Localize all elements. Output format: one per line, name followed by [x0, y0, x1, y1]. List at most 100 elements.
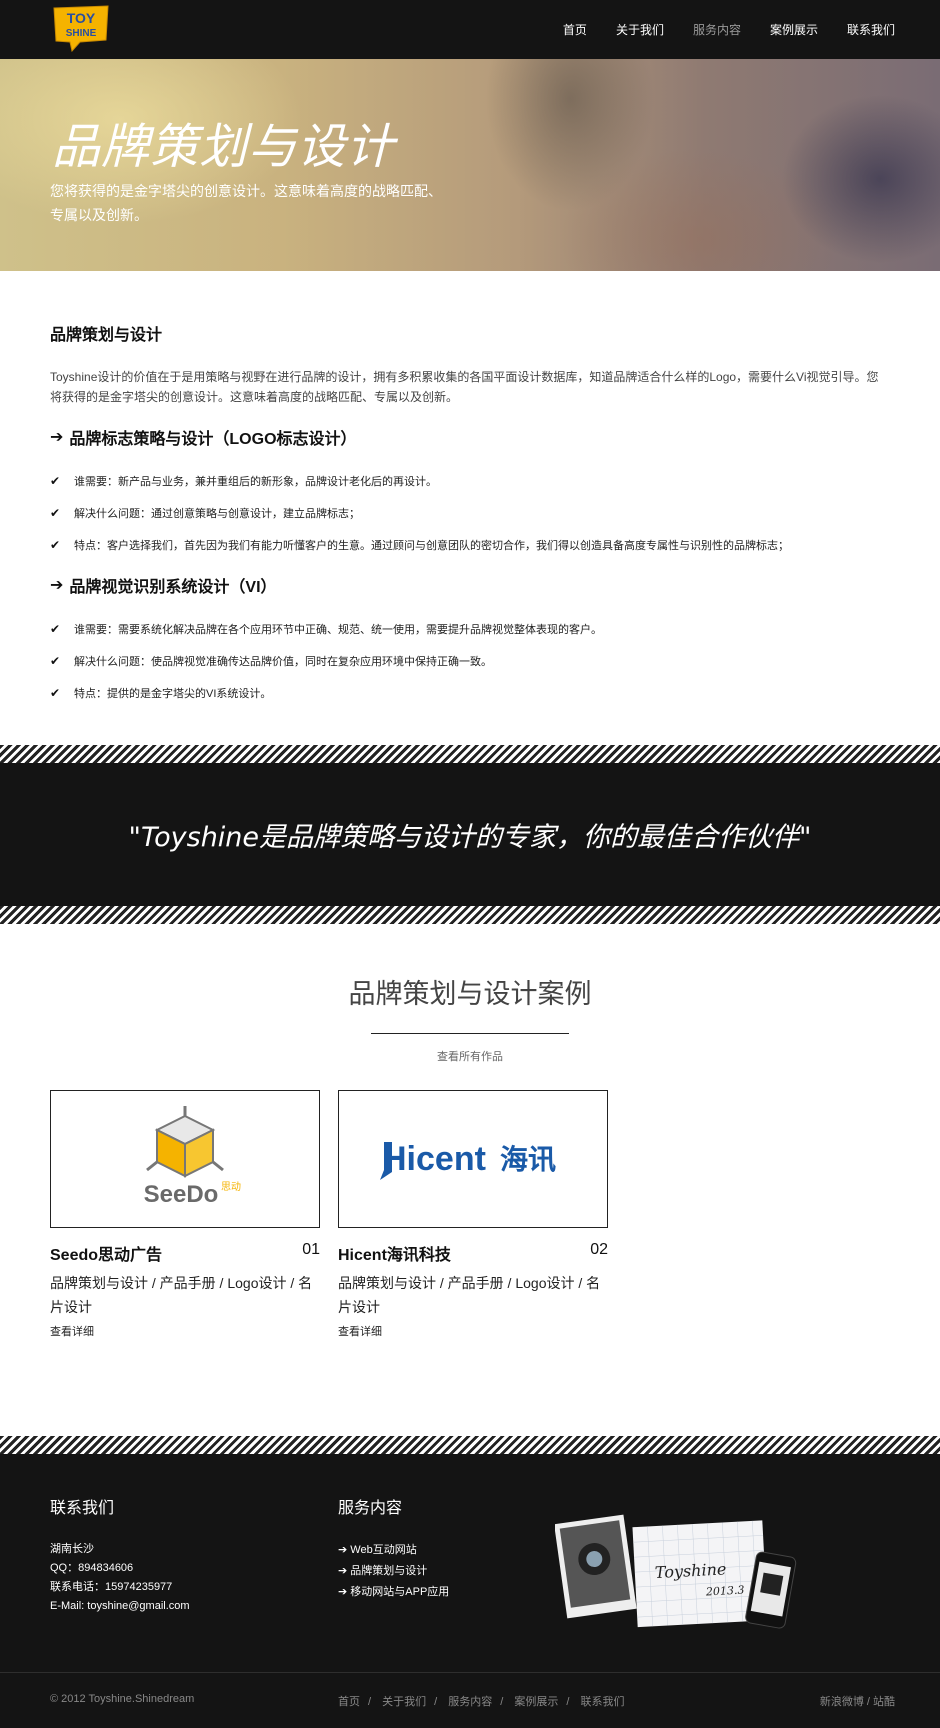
nav-about[interactable]: 关于我们 [616, 21, 664, 38]
arrow-right-icon: ➔ [50, 429, 64, 446]
list-item-text: 谁需要：新产品与业务，兼并重组后的新形象，品牌设计老化后的再设计。 [74, 476, 437, 488]
list-item-text: 特点：提供的是金字塔尖的VI系统设计。 [74, 688, 272, 700]
main-nav: 首页 关于我们 服务内容 案例展示 联系我们 [534, 0, 895, 59]
case-card: Hicent 海讯 Hicent海讯科技 02 品牌策划与设计 / 产品手册 /… [338, 1090, 608, 1340]
footer: 联系我们 湖南长沙 QQ：894834606 联系电话：15974235977 … [0, 1454, 940, 1672]
section-logo-title: ➔ 品牌标志策略与设计（LOGO标志设计） [50, 425, 890, 449]
bottom-nav-contact[interactable]: 联系我们 [581, 1696, 625, 1708]
case-head: Seedo思动广告 01 [50, 1241, 320, 1265]
case-head: Hicent海讯科技 02 [338, 1241, 608, 1265]
footer-photo-collage: Toyshine 2013.3 [555, 1514, 797, 1629]
stripe-divider [0, 906, 940, 924]
arrow-right-icon: ➔ [338, 1565, 348, 1577]
bottom-nav-about[interactable]: 关于我们 [382, 1696, 426, 1708]
footer-email: E-Mail: toyshine@gmail.com [50, 1600, 190, 1612]
case-details-link[interactable]: 查看详细 [338, 1323, 382, 1339]
case-details-link[interactable]: 查看详细 [50, 1323, 94, 1339]
toyshine-logo[interactable]: TOY SHINE [50, 4, 112, 52]
bottom-nav-cases[interactable]: 案例展示 [514, 1696, 558, 1708]
logo-text-bottom: SHINE [66, 28, 97, 39]
case-image-hicent[interactable]: Hicent 海讯 [338, 1090, 608, 1228]
case-name: Hicent海讯科技 [338, 1247, 451, 1264]
footer-services-title: 服务内容 [338, 1500, 403, 1517]
arrow-right-icon: ➔ [338, 1544, 348, 1556]
cases-title: 品牌策划与设计案例 [348, 979, 592, 1009]
check-icon: ✔ [50, 622, 61, 636]
bottom-nav-home[interactable]: 首页 [338, 1696, 360, 1708]
list-item: ✔ 解决什么问题：使品牌视觉准确传达品牌价值，同时在复杂应用环境中保持正确一致。 [50, 645, 890, 677]
hicent-logo-text: Hicent [382, 1140, 486, 1178]
list-item: ✔ 谁需要：需要系统化解决品牌在各个应用环节中正确、规范、统一使用，需要提升品牌视… [50, 613, 890, 645]
hero-banner: 品牌策划与设计 您将获得的是金字塔尖的创意设计。这意味着高度的战略匹配、专属以及… [0, 59, 940, 271]
footer-contact: 联系我们 湖南长沙 QQ：894834606 联系电话：15974235977 … [50, 1494, 190, 1616]
case-tags: 品牌策划与设计 / 产品手册 / Logo设计 / 名片设计 [50, 1275, 313, 1315]
list-item: ✔ 解决什么问题：通过创意策略与创意设计，建立品牌标志； [50, 497, 890, 529]
section-logo-title-text: 品牌标志策略与设计（LOGO标志设计） [69, 431, 357, 448]
nav-contact[interactable]: 联系我们 [847, 21, 895, 38]
footer-city: 湖南长沙 [50, 1543, 94, 1555]
section-vi-title-text: 品牌视觉识别系统设计（VI） [69, 579, 277, 596]
photo-caption: Toyshine [654, 1559, 726, 1582]
case-card: SeeDo 思动 Seedo思动广告 01 品牌策划与设计 / 产品手册 / L… [50, 1090, 320, 1340]
list-item-text: 解决什么问题：通过创意策略与创意设计，建立品牌标志； [74, 508, 360, 520]
footer-service-text: 移动网站与APP应用 [350, 1586, 450, 1598]
cases-section: 品牌策划与设计案例 查看所有作品 SeeDo 思动 Seedo思动广告 01 品… [0, 924, 940, 1436]
footer-service-link[interactable]: ➔ 移动网站与APP应用 [338, 1582, 449, 1603]
service-content: 品牌策划与设计 Toyshine设计的价值在于是用策略与视野在进行品牌的设计，拥… [0, 271, 940, 709]
quote-band: "Toyshine是品牌策略与设计的专家，你的最佳合作伙伴" [0, 763, 940, 906]
footer-service-link[interactable]: ➔ Web互动网站 [338, 1540, 449, 1561]
nav-services[interactable]: 服务内容 [693, 21, 741, 38]
bottom-nav: 首页 / 关于我们 / 服务内容 / 案例展示 / 联系我们 [338, 1696, 625, 1708]
copyright: © 2012 Toyshine.Shinedream [50, 1693, 195, 1705]
footer-service-link[interactable]: ➔ 品牌策划与设计 [338, 1561, 449, 1582]
footer-services: 服务内容 ➔ Web互动网站 ➔ 品牌策划与设计 ➔ 移动网站与APP应用 [338, 1494, 449, 1603]
logo-text-top: TOY [67, 10, 96, 26]
photo-date: 2013.3 [705, 1583, 745, 1598]
list-item-text: 解决什么问题：使品牌视觉准确传达品牌价值，同时在复杂应用环境中保持正确一致。 [74, 656, 492, 668]
nav-home[interactable]: 首页 [563, 21, 587, 38]
zcool-link[interactable]: 站酷 [873, 1696, 895, 1708]
footer-qq: QQ：894834606 [50, 1562, 134, 1574]
case-tags: 品牌策划与设计 / 产品手册 / Logo设计 / 名片设计 [338, 1275, 601, 1315]
arrow-right-icon: ➔ [50, 577, 64, 594]
case-number: 02 [590, 1241, 608, 1258]
check-icon: ✔ [50, 686, 61, 700]
seedo-logo: SeeDo 思动 [144, 1106, 241, 1208]
content-intro: Toyshine设计的价值在于是用策略与视野在进行品牌的设计，拥有多积累收集的各… [50, 370, 879, 404]
seedo-logo-text: SeeDo [144, 1181, 219, 1208]
seedo-logo-cn: 思动 [221, 1181, 241, 1193]
footer-service-text: Web互动网站 [350, 1544, 417, 1556]
arrow-right-icon: ➔ [338, 1586, 348, 1598]
list-item: ✔ 特点：提供的是金字塔尖的VI系统设计。 [50, 677, 890, 709]
section-vi-list: ✔ 谁需要：需要系统化解决品牌在各个应用环节中正确、规范、统一使用，需要提升品牌视… [50, 613, 890, 709]
list-item: ✔ 谁需要：新产品与业务，兼并重组后的新形象，品牌设计老化后的再设计。 [50, 465, 890, 497]
weibo-link[interactable]: 新浪微博 [820, 1696, 864, 1708]
list-item-text: 谁需要：需要系统化解决品牌在各个应用环节中正确、规范、统一使用，需要提升品牌视觉… [74, 624, 602, 636]
footer-phone: 联系电话：15974235977 [50, 1581, 173, 1593]
bottom-nav-services[interactable]: 服务内容 [448, 1696, 492, 1708]
hicent-logo: Hicent 海讯 [380, 1140, 556, 1180]
check-icon: ✔ [50, 506, 61, 520]
check-icon: ✔ [50, 538, 61, 552]
hicent-logo-cn: 海讯 [500, 1143, 556, 1176]
top-navbar: TOY SHINE 首页 关于我们 服务内容 案例展示 联系我们 [0, 0, 940, 59]
case-name: Seedo思动广告 [50, 1247, 163, 1264]
view-all-works-link[interactable]: 查看所有作品 [50, 1048, 890, 1064]
stripe-divider [0, 1436, 940, 1454]
stripe-divider [0, 745, 940, 763]
case-number: 01 [302, 1241, 320, 1258]
social-links: 新浪微博 / 站酷 [819, 1696, 895, 1708]
nav-cases[interactable]: 案例展示 [770, 21, 818, 38]
hero-subtitle: 您将获得的是金字塔尖的创意设计。这意味着高度的战略匹配、专属以及创新。 [50, 183, 442, 223]
hero-title: 品牌策划与设计 [52, 119, 396, 175]
case-image-seedo[interactable]: SeeDo 思动 [50, 1090, 320, 1228]
list-item-text: 特点：客户选择我们，首先因为我们有能力听懂客户的生意。通过顾问与创意团队的密切合… [74, 540, 789, 552]
content-heading: 品牌策划与设计 [50, 327, 163, 344]
list-item: ✔ 特点：客户选择我们，首先因为我们有能力听懂客户的生意。通过顾问与创意团队的密切… [50, 529, 890, 561]
check-icon: ✔ [50, 474, 61, 488]
check-icon: ✔ [50, 654, 61, 668]
footer-contact-title: 联系我们 [50, 1500, 115, 1517]
footer-service-text: 品牌策划与设计 [350, 1565, 428, 1577]
quote-text: "Toyshine是品牌策略与设计的专家，你的最佳合作伙伴" [128, 822, 812, 853]
section-vi-title: ➔ 品牌视觉识别系统设计（VI） [50, 573, 890, 597]
